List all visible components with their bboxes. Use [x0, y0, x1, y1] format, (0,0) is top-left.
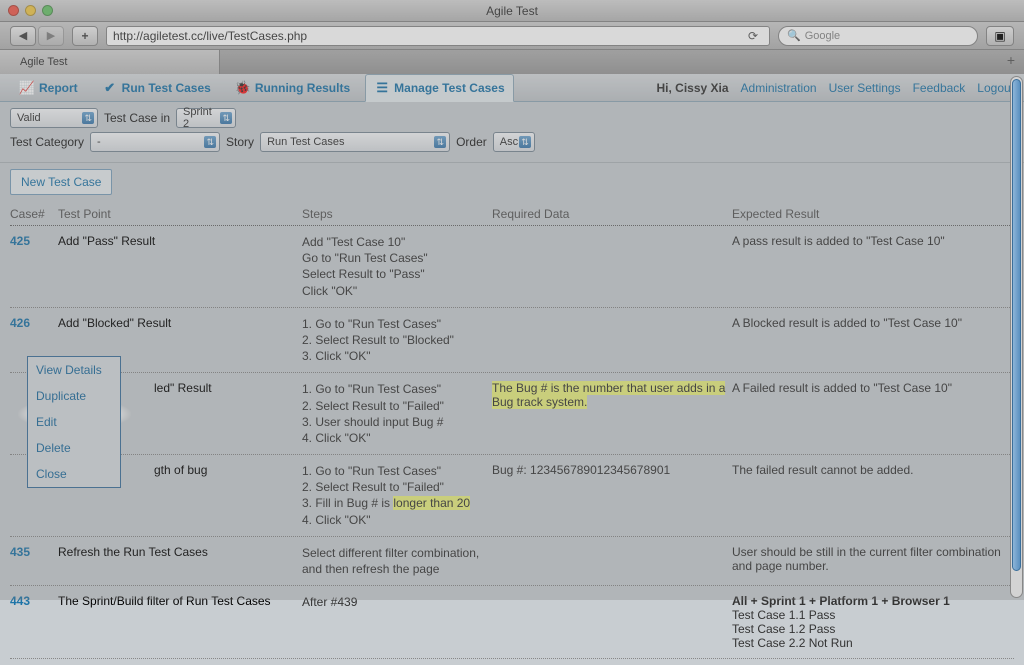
expected-result: A pass result is added to "Test Case 10": [732, 234, 1014, 299]
vertical-scrollbar[interactable]: [1010, 76, 1023, 598]
search-icon: 🔍: [787, 29, 801, 42]
nav-link-user-settings[interactable]: User Settings: [829, 81, 901, 95]
case-link[interactable]: 443: [10, 594, 30, 608]
chart-icon: 📈: [19, 80, 35, 96]
story-select[interactable]: Run Test Cases: [260, 132, 450, 152]
filter-bar: Valid Test Case in Sprint 2 Test Categor…: [0, 102, 1024, 163]
col-expected: Expected Result: [732, 207, 1014, 221]
nav-tab-label: Running Results: [255, 81, 350, 95]
context-menu-edit[interactable]: Edit: [28, 409, 120, 435]
validity-select[interactable]: Valid: [10, 108, 98, 128]
required-data: [492, 234, 732, 299]
url-text: http://agiletest.cc/live/TestCases.php: [113, 29, 307, 43]
context-menu-duplicate[interactable]: Duplicate: [28, 383, 120, 409]
context-menu-view-details[interactable]: View Details: [28, 357, 120, 383]
window-titlebar: Agile Test: [0, 0, 1024, 22]
required-data: [492, 316, 732, 365]
expected-result: User should be still in the current filt…: [732, 545, 1014, 577]
expected-result: A Failed result is added to "Test Case 1…: [732, 381, 1014, 446]
check-icon: ✔: [102, 80, 118, 96]
table-row[interactable]: 426Add "Blocked" Result 1. Go to "Run Te…: [10, 308, 1014, 374]
steps: After #439: [302, 594, 492, 650]
case-link[interactable]: 425: [10, 234, 30, 248]
search-placeholder: Google: [805, 30, 840, 42]
nav-link-feedback[interactable]: Feedback: [913, 81, 966, 95]
sprint-select[interactable]: Sprint 2: [176, 108, 236, 128]
browser-tabbar: Agile Test +: [0, 50, 1024, 74]
steps: 1. Go to "Run Test Cases" 2. Select Resu…: [302, 316, 492, 365]
bug-icon: 🐞: [235, 80, 251, 96]
window-title: Agile Test: [0, 4, 1024, 18]
browser-toolbar: ◀ ▶ + http://agiletest.cc/live/TestCases…: [0, 22, 1024, 50]
context-menu: View DetailsDuplicateEditDeleteClose: [27, 356, 121, 488]
app-content: 📈 Report ✔ Run Test Cases 🐞 Running Results ☰ M…: [0, 74, 1024, 665]
nav-link-administration[interactable]: Administration: [741, 81, 817, 95]
steps: Select different filter combination, and…: [302, 545, 492, 577]
nav-tab-run-test-cases[interactable]: ✔ Run Test Cases: [93, 74, 220, 101]
nav-tab-label: Report: [39, 81, 78, 95]
new-tab-button[interactable]: +: [1002, 52, 1020, 68]
expected-result: A Blocked result is added to "Test Case …: [732, 316, 1014, 365]
steps: Add "Test Case 10"Go to "Run Test Cases"…: [302, 234, 492, 299]
required-data: The Bug # is the number that user adds i…: [492, 381, 732, 446]
col-case: Case#: [10, 207, 58, 221]
label-order: Order: [456, 135, 487, 149]
nav-right: Hi, Cissy Xia Administration User Setting…: [656, 74, 1014, 101]
label-story: Story: [226, 135, 254, 149]
steps: 1. Go to "Run Test Cases" 2. Select Resu…: [302, 463, 492, 528]
table-row[interactable]: gth of bug 1. Go to "Run Test Cases" 2. …: [10, 455, 1014, 537]
nav-tab-manage-test-cases[interactable]: ☰ Manage Test Cases: [365, 74, 514, 102]
table-row[interactable]: 435 Refresh the Run Test CasesSelect diff…: [10, 537, 1014, 586]
col-steps: Steps: [302, 207, 492, 221]
browser-tab-label: Agile Test: [20, 56, 68, 68]
order-select[interactable]: Asc: [493, 132, 535, 152]
browser-tab[interactable]: Agile Test: [0, 50, 220, 74]
label-testcase-in: Test Case in: [104, 111, 170, 125]
nav-tab-label: Manage Test Cases: [394, 81, 505, 95]
forward-button[interactable]: ▶: [38, 26, 64, 46]
app-navbar: 📈 Report ✔ Run Test Cases 🐞 Running Results ☰ M…: [0, 74, 1024, 102]
test-point: Add "Pass" Result: [58, 234, 302, 299]
search-field[interactable]: 🔍 Google: [778, 26, 978, 46]
nav-link-logout[interactable]: Logout: [977, 81, 1014, 95]
table-row[interactable]: 443 The Sprint/Build filter of Run Test C…: [10, 586, 1014, 659]
context-menu-close[interactable]: Close: [28, 461, 120, 487]
case-link[interactable]: 426: [10, 316, 30, 330]
col-required: Required Data: [492, 207, 732, 221]
nav-tab-running-results[interactable]: 🐞 Running Results: [226, 74, 359, 101]
actions-bar: New Test Case: [0, 163, 1024, 195]
back-button[interactable]: ◀: [10, 26, 36, 46]
table-row[interactable]: 425 Add "Pass" ResultAdd "Test Case 10"Go…: [10, 226, 1014, 308]
table-header: Case# Test Point Steps Required Data Exp…: [10, 201, 1014, 226]
context-menu-delete[interactable]: Delete: [28, 435, 120, 461]
test-point: The Sprint/Build filter of Run Test Case…: [58, 594, 302, 650]
nav-tab-label: Run Test Cases: [122, 81, 211, 95]
greeting: Hi, Cissy Xia: [656, 81, 728, 95]
bookmarks-button[interactable]: ▣: [986, 26, 1014, 46]
checklist-icon: ☰: [374, 80, 390, 96]
url-bar[interactable]: http://agiletest.cc/live/TestCases.php ⟳: [106, 26, 770, 46]
case-link[interactable]: 435: [10, 545, 30, 559]
scrollbar-thumb[interactable]: [1012, 79, 1021, 571]
required-data: [492, 594, 732, 650]
new-test-case-button[interactable]: New Test Case: [10, 169, 112, 195]
expected-result: All + Sprint 1 + Platform 1 + Browser 1T…: [732, 594, 1014, 650]
nav-tab-report[interactable]: 📈 Report: [10, 74, 87, 101]
test-case-table: Case# Test Point Steps Required Data Exp…: [0, 195, 1024, 665]
col-testpoint: Test Point: [58, 207, 302, 221]
expected-result: The failed result cannot be added.: [732, 463, 1014, 528]
table-row[interactable]: led" Result 1. Go to "Run Test Cases" 2.…: [10, 373, 1014, 455]
steps: 1. Go to "Run Test Cases" 2. Select Resu…: [302, 381, 492, 446]
label-category: Test Category: [10, 135, 84, 149]
required-data: [492, 545, 732, 577]
add-bookmark-button[interactable]: +: [72, 26, 98, 46]
reload-icon[interactable]: ⟳: [743, 29, 763, 43]
test-point: Refresh the Run Test Cases: [58, 545, 302, 577]
required-data: Bug #: 123456789012345678901: [492, 463, 732, 528]
category-select[interactable]: -: [90, 132, 220, 152]
